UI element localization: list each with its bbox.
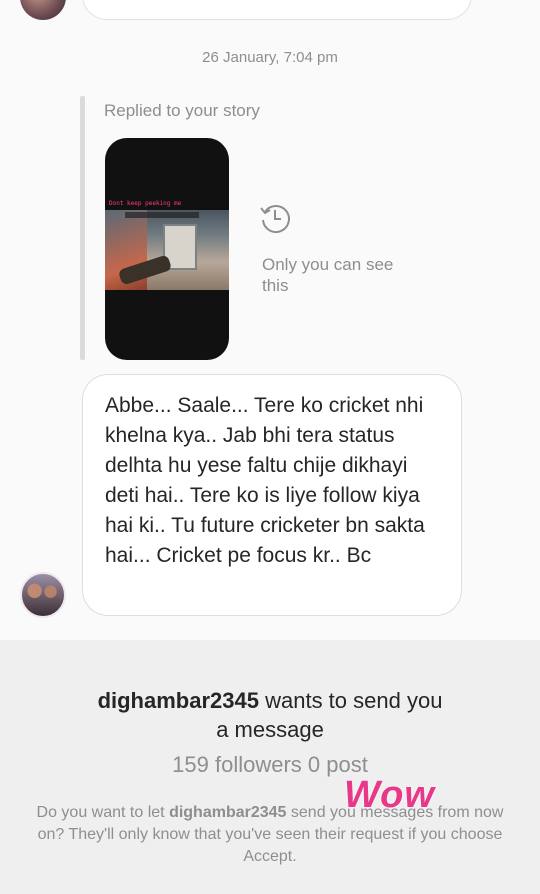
story-visibility-note: Only you can see this <box>262 255 394 295</box>
previous-message-bubble[interactable] <box>82 0 472 20</box>
reply-indicator-bar <box>80 96 85 360</box>
history-clock-icon <box>260 205 290 233</box>
request-title-line2: a message <box>216 717 324 742</box>
wow-sticker: Wow <box>344 774 435 816</box>
story-game-screenshot <box>105 210 229 290</box>
request-username[interactable]: dighambar2345 <box>98 688 259 713</box>
story-thumbnail[interactable]: Dont keep peeking me <box>105 138 229 360</box>
request-explanation: Do you want to let dighambar2345 send yo… <box>30 802 510 868</box>
request-stats: 159 followers 0 post <box>172 752 368 777</box>
message-bubble[interactable]: Abbe... Saale... Tere ko cricket nhi khe… <box>82 374 462 616</box>
previous-sender-avatar[interactable] <box>20 0 66 20</box>
request-body-username: dighambar2345 <box>169 804 287 821</box>
message-timestamp: 26 January, 7:04 pm <box>202 49 338 66</box>
request-body-prefix: Do you want to let <box>36 804 165 821</box>
story-overlay-text: Dont keep peeking me <box>109 200 182 207</box>
request-title-suffix: wants to send you <box>265 688 443 713</box>
sender-avatar[interactable] <box>20 572 66 618</box>
request-title: dighambar2345 wants to send you <box>0 686 540 715</box>
story-reply-label: Replied to your story <box>104 101 260 120</box>
message-text: Abbe... Saale... Tere ko cricket nhi khe… <box>105 394 425 567</box>
